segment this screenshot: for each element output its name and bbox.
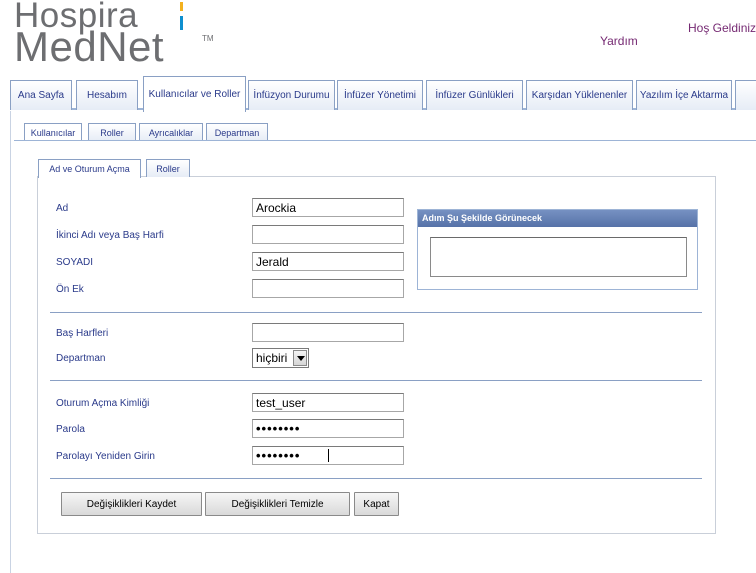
last-name-label: SOYADI [56, 257, 94, 268]
tab-home[interactable]: Ana Sayfa [10, 80, 72, 110]
logo-line2: MedNet [14, 23, 165, 70]
main-nav: Ana Sayfa Hesabım Kullanıcılar ve Roller… [10, 76, 756, 112]
first-name-label: Ad [56, 203, 69, 214]
logo-accent-yellow [180, 2, 183, 11]
subtab-privileges[interactable]: Ayrıcalıklar [139, 123, 203, 141]
innertab-roles[interactable]: Roller [146, 159, 190, 177]
department-select-value: hiçbiri [256, 351, 288, 365]
hospira-mednet-logo: Hospira MedNet TM [14, 0, 234, 70]
tab-downloads[interactable]: Karşıdan Yüklenenler [526, 80, 633, 110]
password-confirm-label: Parolayı Yeniden Girin [56, 451, 155, 462]
first-name-field[interactable] [252, 198, 404, 217]
text-caret [328, 449, 329, 462]
tab-infuser-logs[interactable]: İnfüzer Günlükleri [426, 80, 523, 110]
tab-overflow[interactable] [735, 80, 756, 110]
clear-changes-button[interactable]: Değişiklikleri Temizle [205, 492, 350, 516]
save-changes-button[interactable]: Değişiklikleri Kaydet [61, 492, 202, 516]
password-field[interactable] [252, 419, 404, 438]
password-label: Parola [56, 424, 85, 435]
logo-trademark: TM [202, 34, 214, 43]
innertab-name-and-login[interactable]: Ad ve Oturum Açma [38, 159, 141, 178]
help-link[interactable]: Yardım [600, 34, 638, 48]
close-button[interactable]: Kapat [354, 492, 399, 516]
section-divider [50, 380, 702, 381]
prefix-label: Ön Ek [56, 284, 84, 295]
department-select[interactable]: hiçbiri [252, 348, 309, 368]
tab-my-account[interactable]: Hesabım [76, 80, 138, 110]
chevron-down-icon[interactable] [293, 350, 307, 366]
initials-label: Baş Harfleri [56, 328, 109, 339]
last-name-field[interactable] [252, 252, 404, 271]
initials-field[interactable] [252, 323, 404, 342]
subtab-department[interactable]: Departman [206, 123, 268, 141]
subtab-roles[interactable]: Roller [88, 123, 136, 141]
middle-name-label: İkinci Adı veya Baş Harfi [56, 230, 164, 241]
tab-software-import[interactable]: Yazılım İçe Aktarma [636, 80, 732, 110]
name-preview-title: Adım Şu Şekilde Görünecek [418, 210, 697, 227]
department-label: Departman [56, 353, 106, 364]
welcome-text: Hoş Geldiniz! [688, 21, 756, 35]
subtab-users[interactable]: Kullanıcılar [24, 123, 82, 141]
section-divider [50, 478, 702, 479]
section-divider [50, 312, 702, 313]
middle-name-field[interactable] [252, 225, 404, 244]
tab-infuser-management[interactable]: İnfüzer Yönetimi [337, 80, 423, 110]
logo-accent-blue [180, 16, 183, 30]
login-id-label: Oturum Açma Kimliği [56, 398, 150, 409]
tab-infusion-status[interactable]: İnfüzyon Durumu [248, 80, 335, 110]
login-id-field[interactable] [252, 393, 404, 412]
name-preview-display [430, 237, 687, 277]
prefix-field[interactable] [252, 279, 404, 298]
tab-users-and-roles[interactable]: Kullanıcılar ve Roller [143, 76, 246, 112]
sub-nav-divider [14, 140, 756, 141]
name-preview-box: Adım Şu Şekilde Görünecek [417, 209, 698, 290]
